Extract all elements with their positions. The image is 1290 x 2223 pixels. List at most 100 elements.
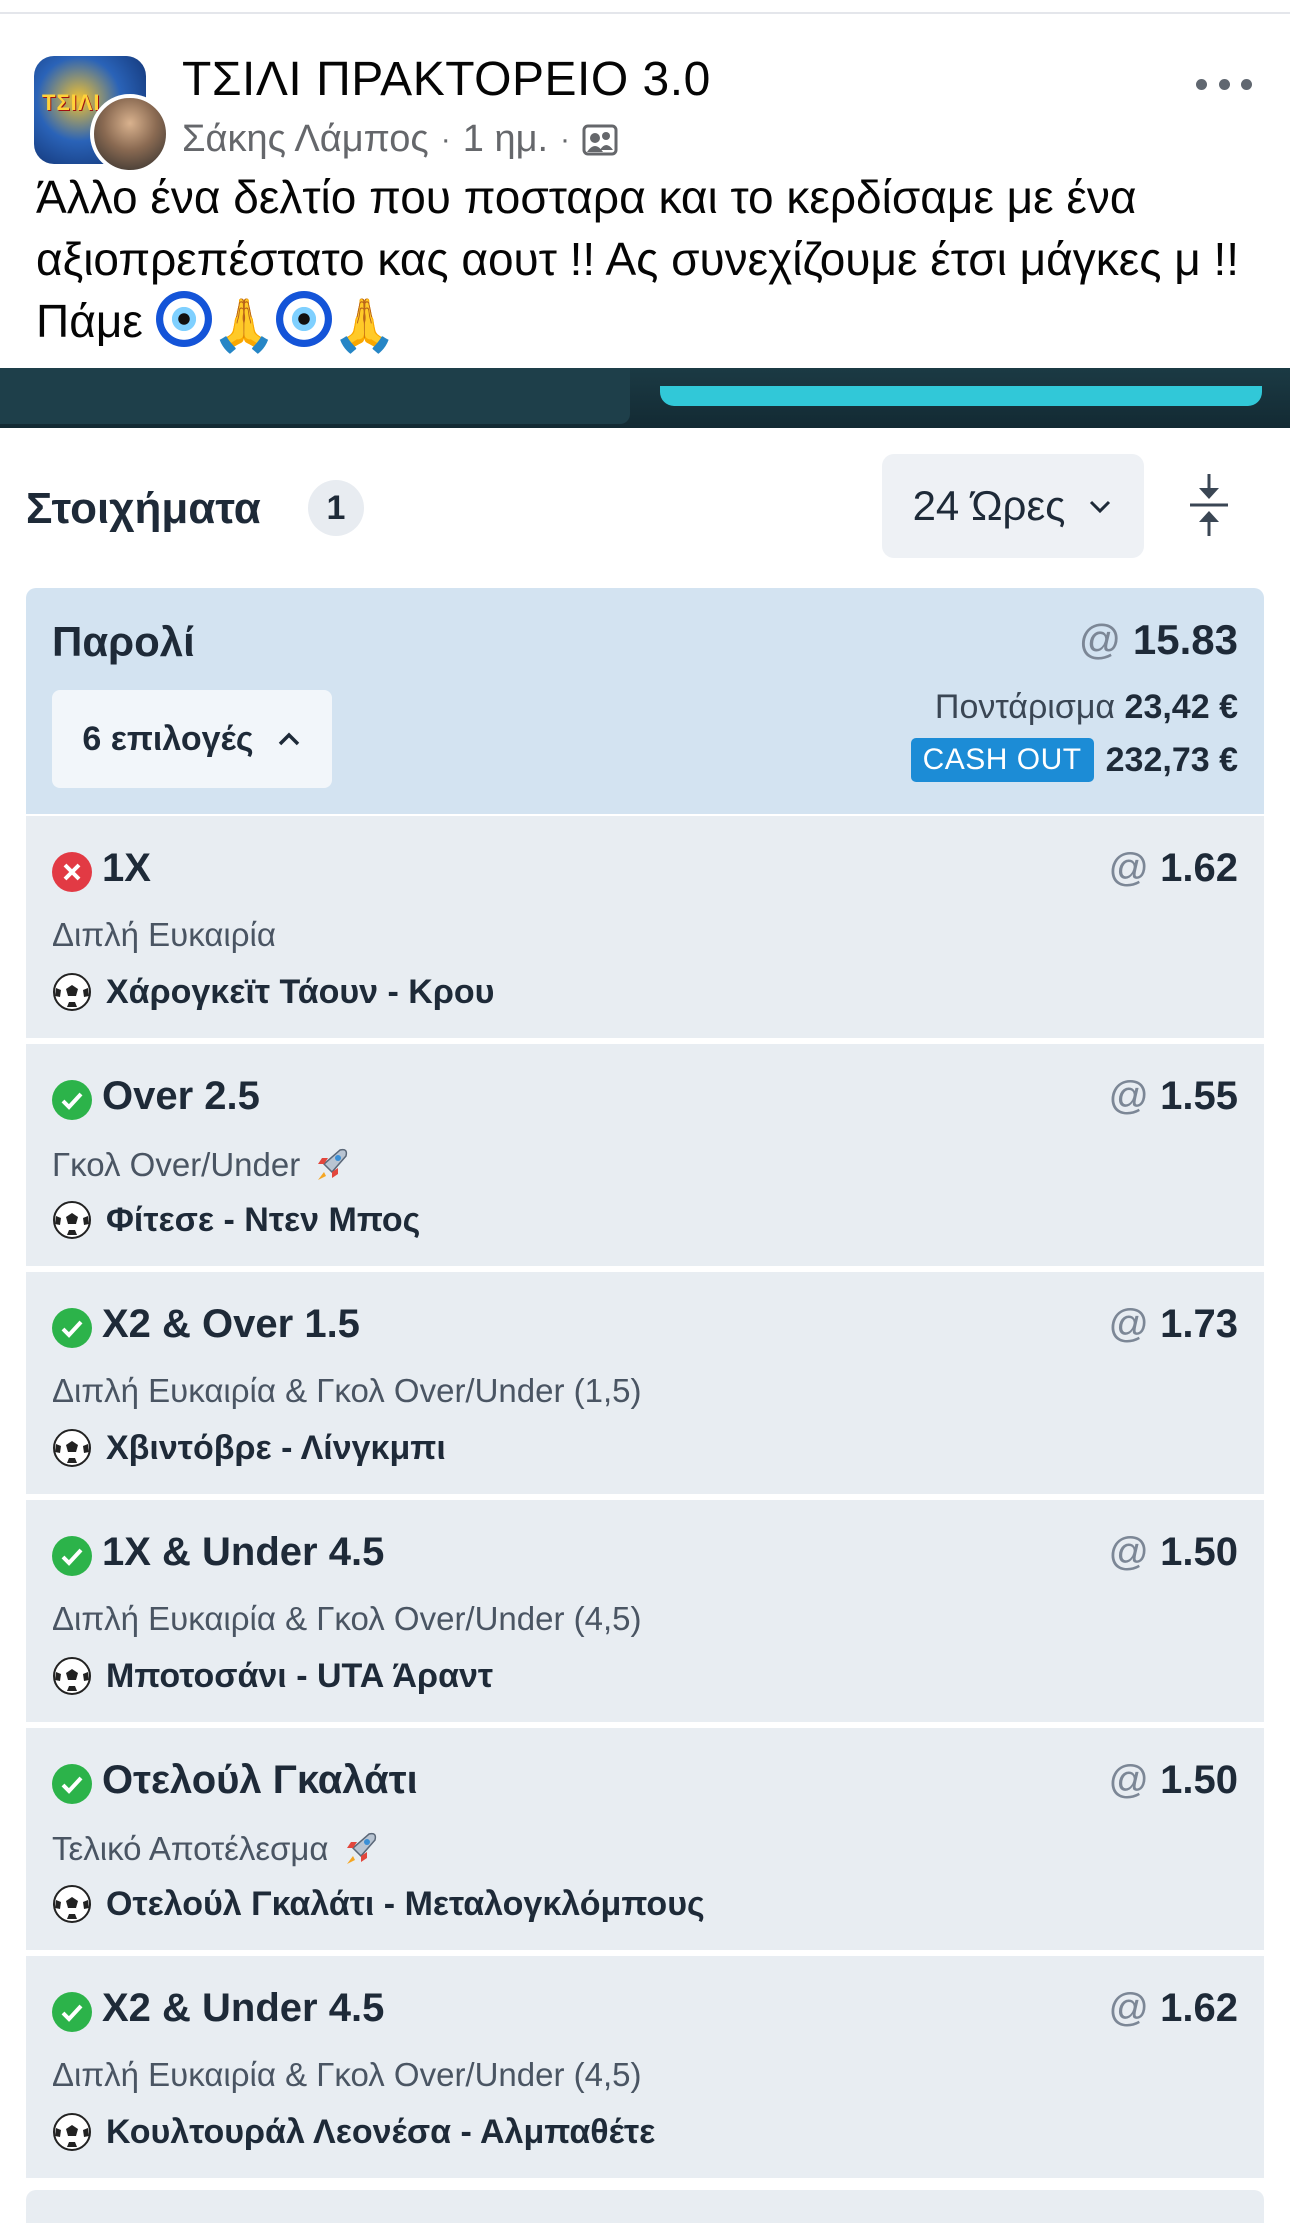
selection-match: Χάρογκεϊτ Τάουν - Κρου [52,972,494,1012]
selection-odds: @ 1.62 [1108,1986,1238,2031]
stake-value: 23,42 € [1124,688,1238,726]
odds-prefix: @ [1108,1986,1150,2030]
market-label: Τελικό Αποτέλεσμα [52,1830,329,1867]
meta-separator: · [560,122,571,156]
meta-separator: · [440,122,451,156]
selection-odds-value: 1.50 [1160,1758,1238,1802]
user-avatar[interactable] [90,94,170,174]
selection-match: Χβιντόβρε - Λίνγκμπι [52,1428,446,1468]
bets-title: Στοιχήματα [26,484,261,533]
parlay-label: Παρολί [52,618,195,665]
collapse-arrows-icon[interactable] [1186,472,1232,538]
selection-match: Οτελούλ Γκαλάτι - Μεταλογκλόμπους [52,1884,705,1924]
check-circle-icon [52,1992,92,2032]
selection-card[interactable]: X2 & Over 1.5 @ 1.73 Διπλή Ευκαιρία & Γκολ… [26,1272,1264,1494]
match-name: Χβιντόβρε - Λίνγκμπι [106,1428,446,1467]
avatar-group[interactable]: ΤΣΙΛΙ [34,42,172,174]
soccer-ball-icon [53,1657,91,1695]
odds-prefix: @ [1108,846,1150,890]
odds-prefix: @ [1078,616,1122,663]
odds-prefix: @ [1108,1074,1150,1118]
group-logo-text: ΤΣΙΛΙ [42,90,101,115]
selection-market: Τελικό Αποτέλεσμα [52,1828,381,1870]
post-header: ΤΣΙΛΙ ΤΣΙΛΙ ΠΡΑΚΤΟΡΕΙΟ 3.0 Σάκης Λάμπος … [0,14,1290,174]
selection-pick: Οτελούλ Γκαλάτι [102,1758,418,1802]
nazar-eye-icon [276,291,333,347]
selection-odds: @ 1.55 [1108,1074,1238,1119]
soccer-ball-icon [53,2113,91,2151]
rocket-icon [346,1832,376,1864]
author-name[interactable]: Σάκης Λάμπος [182,118,429,161]
selection-card[interactable]: Over 2.5 @ 1.55 Γκολ Over/Under Φίτεσε - Ντ… [26,1044,1264,1266]
selection-card[interactable]: 1X & Under 4.5 @ 1.50 Διπλή Ευκαιρία & Γκο… [26,1500,1264,1722]
selection-odds-value: 1.55 [1160,1074,1238,1118]
bets-count-badge: 1 [308,480,364,536]
selection-market: Διπλή Ευκαιρία & Γκολ Over/Under (4,5) [52,1600,642,1638]
selection-card[interactable]: X2 & Under 4.5 @ 1.62 Διπλή Ευκαιρία & Γκο… [26,1956,1264,2178]
match-name: Μποτοσάνι - UTA Άραντ [106,1656,494,1695]
selection-pick: Over 2.5 [102,1074,260,1118]
active-tab-indicator [660,386,1262,406]
market-label: Διπλή Ευκαιρία & Γκολ Over/Under (1,5) [52,1372,642,1409]
selection-pick: X2 & Over 1.5 [102,1302,360,1346]
selection-odds-value: 1.50 [1160,1530,1238,1574]
market-label: Διπλή Ευκαιρία & Γκολ Over/Under (4,5) [52,1600,642,1637]
selection-odds: @ 1.50 [1108,1758,1238,1803]
selection-match: Κουλτουράλ Λεονέσα - Αλμπαθέτε [52,2112,655,2152]
cashout-value: 232,73 € [1105,740,1238,779]
strip-left-panel [0,368,630,424]
next-card-peek [26,2190,1264,2223]
selections-toggle-button[interactable]: 6 επιλογές [52,690,332,788]
post-text: Άλλο ένα δελτίο που ποσταρα και το κερδί… [36,166,1266,357]
selection-pick: X2 & Under 4.5 [102,1986,385,2030]
chevron-up-icon [278,732,299,746]
selection-odds: @ 1.50 [1108,1530,1238,1575]
selection-odds: @ 1.62 [1108,846,1238,891]
selection-market: Γκολ Over/Under [52,1144,352,1186]
cashout-line: CASH OUT 232,73 € [910,738,1238,782]
chevron-down-icon [1090,500,1111,514]
selection-match: Φίτεσε - Ντεν Μπος [52,1200,420,1240]
selection-odds: @ 1.73 [1108,1302,1238,1347]
check-circle-icon [52,1308,92,1348]
group-name[interactable]: ΤΣΙΛΙ ΠΡΑΚΤΟΡΕΙΟ 3.0 [182,52,711,107]
match-name: Οτελούλ Γκαλάτι - Μεταλογκλόμπους [106,1884,705,1923]
parlay-card[interactable]: Παρολί @ 15.83 6 επιλογές Ποντάρισμα 23,… [26,588,1264,814]
selection-match: Μποτοσάνι - UTA Άραντ [52,1656,493,1696]
selection-odds-value: 1.62 [1160,1986,1238,2030]
odds-prefix: @ [1108,1530,1150,1574]
selection-odds-value: 1.62 [1160,846,1238,890]
soccer-ball-icon [53,1885,91,1923]
post-meta: Σάκης Λάμπος · 1 ημ. · [182,118,618,161]
period-value: 24 Ώρες [912,482,1066,529]
app-top-strip [0,368,1290,428]
selection-market: Διπλή Ευκαιρία & Γκολ Over/Under (4,5) [52,2056,642,2094]
bets-section: Στοιχήματα 1 24 Ώρες Παρολί @ 15.83 6 επ… [0,428,1290,2223]
rocket-icon [318,1148,348,1180]
selection-card[interactable]: 1X @ 1.62 Διπλή Ευκαιρία Χάρογκεϊτ Τάουν - … [26,816,1264,1038]
more-dots-icon [1218,78,1230,90]
check-circle-icon [52,1536,92,1576]
market-label: Διπλή Ευκαιρία & Γκολ Over/Under (4,5) [52,2056,642,2093]
check-circle-icon [52,1764,92,1804]
odds-prefix: @ [1108,1302,1150,1346]
x-circle-icon [52,852,92,892]
praying-hands-icon: 🙏 [211,297,277,355]
group-members-icon [582,122,618,158]
selection-pick: 1X & Under 4.5 [102,1530,385,1574]
stake-line: Ποντάρισμα 23,42 € [935,688,1238,727]
period-dropdown[interactable]: 24 Ώρες [882,454,1144,558]
stake-label: Ποντάρισμα [934,688,1116,726]
more-dots-icon [1241,78,1252,90]
soccer-ball-icon [53,973,91,1011]
selection-odds-value: 1.73 [1160,1302,1238,1346]
post-time[interactable]: 1 ημ. [463,118,548,161]
more-options-button[interactable] [1196,64,1252,104]
market-label: Γκολ Over/Under [52,1146,301,1183]
parlay-odds-value: 15.83 [1132,616,1238,663]
selection-card[interactable]: Οτελούλ Γκαλάτι @ 1.50 Τελικό Αποτέλεσμα Οτ… [26,1728,1264,1950]
cashout-button[interactable]: CASH OUT [910,738,1094,782]
soccer-ball-icon [53,1429,91,1467]
nazar-eye-icon [155,291,212,347]
selections-count-label: 6 επιλογές [82,719,254,758]
